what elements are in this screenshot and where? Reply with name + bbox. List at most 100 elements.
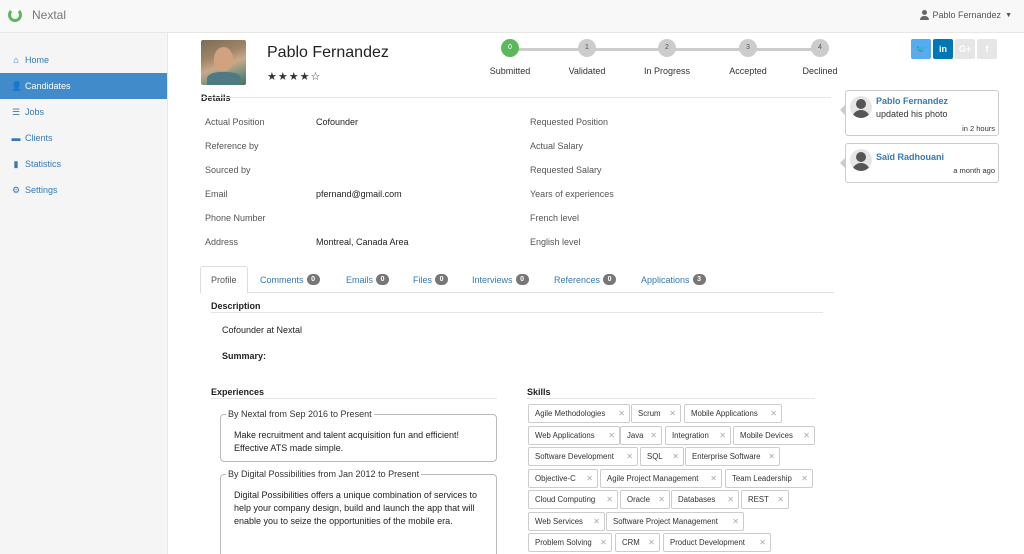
list-icon: ☰ bbox=[11, 106, 21, 117]
remove-skill-icon[interactable]: ✕ bbox=[672, 448, 679, 465]
description-text: Cofounder at Nextal bbox=[222, 325, 303, 335]
remove-skill-icon[interactable]: ✕ bbox=[586, 470, 593, 487]
sidebar-item-clients[interactable]: ▬ Clients bbox=[0, 125, 167, 151]
feed-action-text: updated his photo bbox=[876, 109, 948, 119]
step-accepted[interactable]: 3 Accepted bbox=[708, 39, 788, 76]
tab-comments[interactable]: Comments 0 bbox=[250, 266, 330, 293]
tab-emails[interactable]: Emails 0 bbox=[336, 266, 399, 293]
remove-skill-icon[interactable]: ✕ bbox=[608, 427, 615, 444]
skill-label: Cloud Computing bbox=[535, 495, 596, 504]
detail-label-reference-by: Reference by bbox=[205, 141, 259, 151]
skill-tag: Agile Methodologies ✕ bbox=[528, 404, 630, 423]
tab-applications[interactable]: Applications 3 bbox=[631, 266, 716, 293]
sidebar-item-label: Statistics bbox=[25, 159, 62, 169]
skill-tag: Team Leadership ✕ bbox=[725, 469, 813, 488]
skill-label: Mobile Applications bbox=[691, 409, 758, 418]
user-avatar-icon bbox=[850, 96, 872, 118]
details-divider bbox=[201, 97, 831, 98]
tab-files[interactable]: Files 0 bbox=[403, 266, 458, 293]
skill-tag: Product Development ✕ bbox=[663, 533, 771, 552]
remove-skill-icon[interactable]: ✕ bbox=[777, 491, 784, 508]
remove-skill-icon[interactable]: ✕ bbox=[618, 405, 625, 422]
tab-label: References bbox=[554, 274, 601, 285]
experience-title: By Digital Possibilities from Jan 2012 t… bbox=[226, 469, 422, 479]
remove-skill-icon[interactable]: ✕ bbox=[658, 491, 665, 508]
skill-tag: SQL ✕ bbox=[640, 447, 684, 466]
gears-icon: ⚙ bbox=[11, 184, 21, 195]
tab-label: Applications bbox=[641, 274, 690, 285]
step-label: In Progress bbox=[643, 66, 691, 76]
remove-skill-icon[interactable]: ✕ bbox=[768, 448, 775, 465]
skills-heading: Skills bbox=[527, 387, 551, 397]
remove-skill-icon[interactable]: ✕ bbox=[803, 427, 810, 444]
detail-label-requested-salary: Requested Salary bbox=[530, 165, 602, 175]
detail-label-french-level: French level bbox=[530, 213, 580, 223]
tab-label: Interviews bbox=[472, 274, 513, 285]
tab-profile[interactable]: Profile bbox=[200, 266, 248, 294]
skill-label: CRM bbox=[622, 538, 640, 547]
remove-skill-icon[interactable]: ✕ bbox=[600, 534, 607, 551]
detail-value-email[interactable]: pfernand@gmail.com bbox=[316, 189, 402, 199]
remove-skill-icon[interactable]: ✕ bbox=[719, 427, 726, 444]
step-label: Accepted bbox=[729, 66, 767, 76]
twitter-icon[interactable]: 🐦 bbox=[911, 39, 931, 59]
skill-tag: Objective-C ✕ bbox=[528, 469, 598, 488]
step-label: Submitted bbox=[489, 66, 531, 76]
brand[interactable]: Nextal bbox=[8, 8, 66, 22]
remove-skill-icon[interactable]: ✕ bbox=[593, 513, 600, 530]
skill-tag: Web Applications ✕ bbox=[528, 426, 620, 445]
remove-skill-icon[interactable]: ✕ bbox=[727, 491, 734, 508]
step-validated[interactable]: 1 Validated bbox=[547, 39, 627, 76]
skill-tag: Agile Project Management ✕ bbox=[600, 469, 722, 488]
pipeline-stepper: 0 Submitted 1 Validated 2 In Progress 3 … bbox=[470, 39, 860, 79]
count-badge: 3 bbox=[692, 274, 706, 285]
remove-skill-icon[interactable]: ✕ bbox=[801, 470, 808, 487]
remove-skill-icon[interactable]: ✕ bbox=[650, 427, 657, 444]
remove-skill-icon[interactable]: ✕ bbox=[732, 513, 739, 530]
skill-tag: Databases ✕ bbox=[671, 490, 739, 509]
description-divider bbox=[211, 312, 823, 313]
tab-references[interactable]: References 0 bbox=[544, 266, 626, 293]
user-icon bbox=[919, 10, 929, 20]
user-name: Pablo Fernandez bbox=[932, 10, 1002, 20]
user-menu[interactable]: Pablo Fernandez ▼ bbox=[919, 10, 1012, 20]
feed-user-name[interactable]: Saïd Radhouani bbox=[876, 152, 944, 162]
sidebar-item-candidates[interactable]: 👤 Candidates bbox=[0, 73, 167, 99]
remove-skill-icon[interactable]: ✕ bbox=[648, 534, 655, 551]
detail-label-email: Email bbox=[205, 189, 228, 199]
remove-skill-icon[interactable]: ✕ bbox=[626, 448, 633, 465]
remove-skill-icon[interactable]: ✕ bbox=[710, 470, 717, 487]
sidebar-item-statistics[interactable]: ▮ Statistics bbox=[0, 151, 167, 177]
google-plus-icon[interactable]: G+ bbox=[955, 39, 975, 59]
folder-icon: ▬ bbox=[11, 133, 21, 143]
feed-user-name[interactable]: Pablo Fernandez bbox=[876, 96, 948, 106]
skill-label: Integration bbox=[672, 431, 709, 440]
detail-label-english-level: English level bbox=[530, 237, 581, 247]
step-label: Validated bbox=[568, 66, 606, 76]
candidate-rating-stars[interactable]: ★★★★☆ bbox=[267, 70, 321, 83]
sidebar-item-jobs[interactable]: ☰ Jobs bbox=[0, 99, 167, 125]
tab-label: Files bbox=[413, 274, 433, 285]
sidebar-item-settings[interactable]: ⚙ Settings bbox=[0, 177, 167, 203]
sidebar-item-label: Candidates bbox=[25, 81, 71, 91]
detail-label-phone: Phone Number bbox=[205, 213, 266, 223]
tab-interviews[interactable]: Interviews 0 bbox=[462, 266, 539, 293]
skill-tag: Software Development ✕ bbox=[528, 447, 638, 466]
sidebar-item-home[interactable]: ⌂ Home bbox=[0, 47, 167, 73]
step-declined[interactable]: 4 Declined bbox=[780, 39, 860, 76]
activity-feed-item: Pablo Fernandez updated his photo in 2 h… bbox=[840, 90, 999, 136]
remove-skill-icon[interactable]: ✕ bbox=[606, 491, 613, 508]
summary-label: Summary: bbox=[222, 351, 267, 361]
remove-skill-icon[interactable]: ✕ bbox=[759, 534, 766, 551]
linkedin-icon[interactable]: in bbox=[933, 39, 953, 59]
skill-label: Product Development bbox=[670, 538, 745, 547]
facebook-icon[interactable]: f bbox=[977, 39, 997, 59]
step-in-progress[interactable]: 2 In Progress bbox=[627, 39, 707, 76]
remove-skill-icon[interactable]: ✕ bbox=[770, 405, 777, 422]
remove-skill-icon[interactable]: ✕ bbox=[669, 405, 676, 422]
detail-label-sourced-by: Sourced by bbox=[205, 165, 251, 175]
skill-tag: Cloud Computing ✕ bbox=[528, 490, 618, 509]
step-submitted[interactable]: 0 Submitted bbox=[470, 39, 550, 76]
skill-tag: Web Services ✕ bbox=[528, 512, 605, 531]
top-navbar: Nextal Pablo Fernandez ▼ bbox=[0, 0, 1024, 33]
